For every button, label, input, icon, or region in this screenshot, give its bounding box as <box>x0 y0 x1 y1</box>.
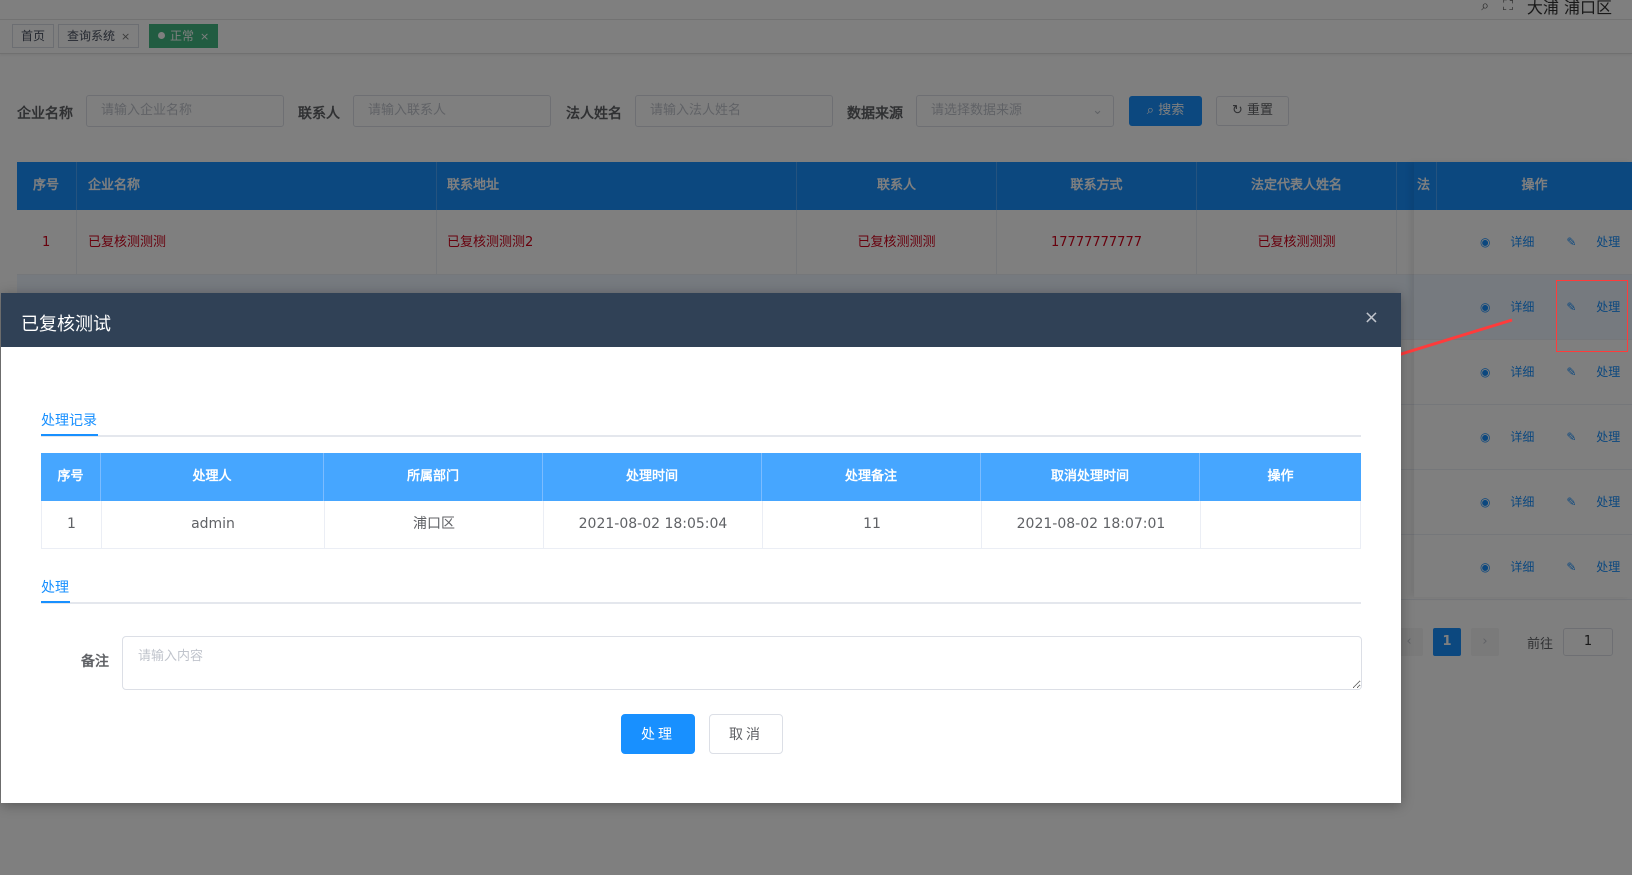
cell-dept: 浦口区 <box>325 501 544 548</box>
process-submit-button[interactable]: 处理 <box>621 714 695 754</box>
cell-index: 1 <box>42 501 102 548</box>
annotation-box <box>1556 280 1628 352</box>
col-ops: 操作 <box>1267 469 1294 484</box>
cell-remark: 11 <box>763 501 982 548</box>
col-index: 序号 <box>41 453 101 501</box>
process-section-active-bar <box>41 601 70 603</box>
dialog-title: 已复核测试 <box>21 314 111 335</box>
process-section-title: 处理 <box>41 580 69 596</box>
records-section-active-bar <box>41 434 98 436</box>
cell-handler: admin <box>102 501 325 548</box>
cell-time: 2021-08-02 18:05:04 <box>544 501 763 548</box>
records-section-divider <box>41 435 1361 437</box>
dialog-header: 已复核测试 × <box>1 293 1401 347</box>
process-dialog: 已复核测试 × 处理记录 序号 处理人 所属部门 处理时间 处理备注 取消处理时… <box>1 293 1401 803</box>
note-label: 备注 <box>81 654 109 670</box>
cell-cancel-time: 2021-08-02 18:07:01 <box>982 501 1201 548</box>
col-time: 处理时间 <box>543 453 762 501</box>
close-icon[interactable]: × <box>1364 307 1379 328</box>
note-textarea[interactable] <box>122 636 1362 690</box>
col-cancel-time: 取消处理时间 <box>981 453 1200 501</box>
records-table-header: 序号 处理人 所属部门 处理时间 处理备注 取消处理时间 操作 <box>41 453 1361 501</box>
process-section-divider <box>41 602 1361 604</box>
col-remark: 处理备注 <box>762 453 981 501</box>
cancel-button[interactable]: 取消 <box>709 714 783 754</box>
col-handler: 处理人 <box>101 453 324 501</box>
records-section-title: 处理记录 <box>41 413 97 429</box>
table-row[interactable]: 1 admin 浦口区 2021-08-02 18:05:04 11 2021-… <box>41 501 1361 549</box>
col-dept: 所属部门 <box>324 453 543 501</box>
cell-ops <box>1201 501 1360 548</box>
